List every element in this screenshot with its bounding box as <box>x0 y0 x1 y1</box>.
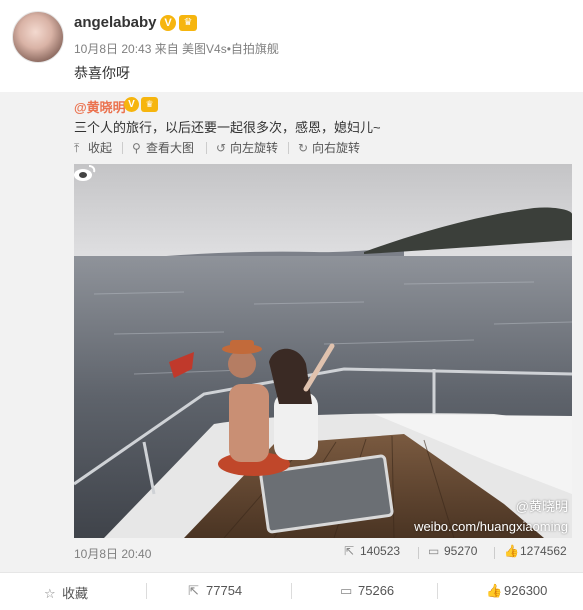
favorite-button[interactable]: ☆ 收藏 <box>44 583 88 602</box>
thumbs-up-icon: 👍 <box>504 544 519 558</box>
post-photo[interactable]: @黄晓明 weibo.com/huangxiaoming <box>74 164 572 538</box>
rotate-right-icon: ↻ <box>298 141 309 155</box>
post-actions-bar: ☆ 收藏 ⇱ 77754 ▭ 75266 👍 926300 <box>0 572 583 610</box>
thumbs-up-icon: 👍 <box>486 583 503 598</box>
divider <box>122 142 123 154</box>
avatar[interactable] <box>12 11 64 63</box>
view-large-button[interactable]: ⚲ 查看大图 <box>132 139 194 156</box>
watermark-url: weibo.com/huangxiaoming <box>414 519 568 534</box>
collapse-icon: ⤒ <box>74 141 80 155</box>
like-button[interactable]: 👍 926300 <box>486 583 547 599</box>
original-author-link[interactable]: @黄晓明 <box>74 97 126 116</box>
divider <box>418 547 419 559</box>
rotate-left-button[interactable]: ↺ 向左旋转 <box>216 139 278 156</box>
crown-badge-icon: ♛ <box>141 97 158 112</box>
forward-icon: ⇱ <box>344 544 355 558</box>
username[interactable]: angelababy <box>74 14 157 31</box>
comment-icon: ▭ <box>428 544 440 558</box>
v-badge-icon: V <box>160 15 176 31</box>
post-header: angelababy V ♛ 10月8日 20:43 来自 美图V4s•自拍旗舰… <box>0 0 583 92</box>
divider <box>437 583 438 599</box>
divider <box>494 547 495 559</box>
rotate-right-button[interactable]: ↻ 向右旋转 <box>298 139 360 156</box>
divider <box>206 142 207 154</box>
divider <box>146 583 147 599</box>
divider <box>288 142 289 154</box>
post-text: 恭喜你呀 <box>74 65 130 81</box>
rotate-left-icon: ↺ <box>216 141 227 155</box>
watermark-handle: @黄晓明 <box>515 499 568 514</box>
original-forward-count[interactable]: ⇱ 140523 <box>344 544 400 558</box>
boat-photo-illustration <box>74 164 572 538</box>
original-comment-count[interactable]: ▭ 95270 <box>428 544 477 558</box>
original-post-text: 三个人的旅行，以后还要一起很多次，感恩，媳妇儿~ <box>74 120 381 135</box>
forward-button[interactable]: ⇱ 77754 <box>188 583 242 599</box>
v-badge-icon: V <box>124 97 139 112</box>
collapse-button[interactable]: ⤒ 收起 <box>74 139 112 156</box>
original-like-count[interactable]: 👍1274562 <box>504 544 567 558</box>
star-icon: ☆ <box>44 586 56 601</box>
zoom-icon: ⚲ <box>132 141 141 155</box>
divider <box>291 583 292 599</box>
repost-card: @黄晓明 V ♛ 三个人的旅行，以后还要一起很多次，感恩，媳妇儿~ ⤒ 收起 ⚲ 查… <box>0 92 583 572</box>
comment-button[interactable]: ▭ 75266 <box>340 583 394 599</box>
comment-icon: ▭ <box>340 583 353 598</box>
forward-icon: ⇱ <box>188 583 199 598</box>
weibo-logo-icon <box>74 165 96 181</box>
original-post-time[interactable]: 10月8日 20:40 <box>74 545 151 562</box>
post-meta: 10月8日 20:43 来自 美图V4s•自拍旗舰 <box>74 42 279 56</box>
crown-badge-icon: ♛ <box>179 15 197 31</box>
